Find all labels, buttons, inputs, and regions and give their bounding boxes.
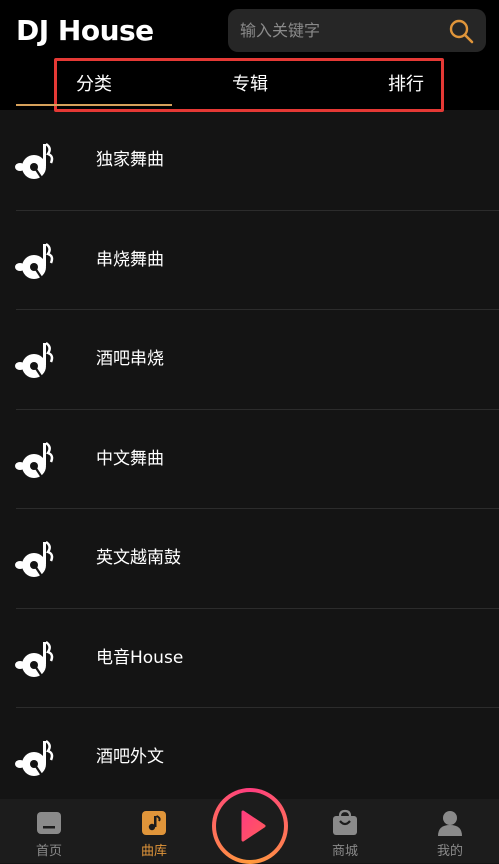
play-icon [241,810,266,842]
shop-bag-icon [333,809,357,835]
list-item[interactable]: 电音House [0,609,499,708]
search-input[interactable] [240,9,440,52]
nav-profile-label: 我的 [436,844,463,859]
nav-profile[interactable]: 我的 [415,799,485,863]
tab-album[interactable]: 专辑 [232,72,268,98]
category-label: 电音House [96,647,184,668]
music-note-disc-icon [15,739,54,776]
music-note-disc-icon [15,142,54,179]
search-bar[interactable] [228,9,486,52]
nav-library-label: 曲库 [140,844,167,859]
nav-home[interactable]: 首页 [14,799,84,863]
home-icon [37,812,61,834]
music-library-icon [142,811,166,835]
play-button-inner [216,792,284,860]
tab-ranking[interactable]: 排行 [388,72,424,98]
search-icon[interactable] [448,18,474,44]
list-item[interactable]: 独家舞曲 [0,111,499,211]
tab-category[interactable]: 分类 [76,72,112,98]
list-item[interactable]: 中文舞曲 [0,410,499,509]
top-header: DJ House 分类 专辑 排行 [0,0,499,112]
music-note-disc-icon [15,640,54,677]
category-list: 独家舞曲 串烧舞曲 酒吧串烧 中文舞曲 英文越南鼓 电音House 酒吧外文 [0,111,499,808]
nav-shop[interactable]: 商城 [310,799,380,863]
list-item[interactable]: 串烧舞曲 [0,211,499,310]
category-label: 英文越南鼓 [96,548,181,568]
nav-shop-label: 商城 [331,844,358,859]
music-note-disc-icon [15,441,54,478]
list-item[interactable]: 英文越南鼓 [0,509,499,609]
user-icon [438,811,462,836]
music-note-disc-icon [15,540,54,577]
category-label: 酒吧串烧 [96,349,164,369]
music-note-disc-icon [15,242,54,279]
active-tab-indicator [16,104,172,106]
category-label: 串烧舞曲 [96,249,164,270]
list-item[interactable]: 酒吧串烧 [0,310,499,410]
music-note-disc-icon [15,341,54,378]
category-label: 中文舞曲 [96,448,164,469]
app-logo: DJ House [16,12,178,50]
logo-text: DJ House [16,14,154,47]
play-button[interactable] [212,788,288,864]
category-label: 独家舞曲 [96,150,164,170]
nav-library[interactable]: 曲库 [119,799,189,863]
category-label: 酒吧外文 [96,747,164,767]
nav-home-label: 首页 [35,844,62,859]
